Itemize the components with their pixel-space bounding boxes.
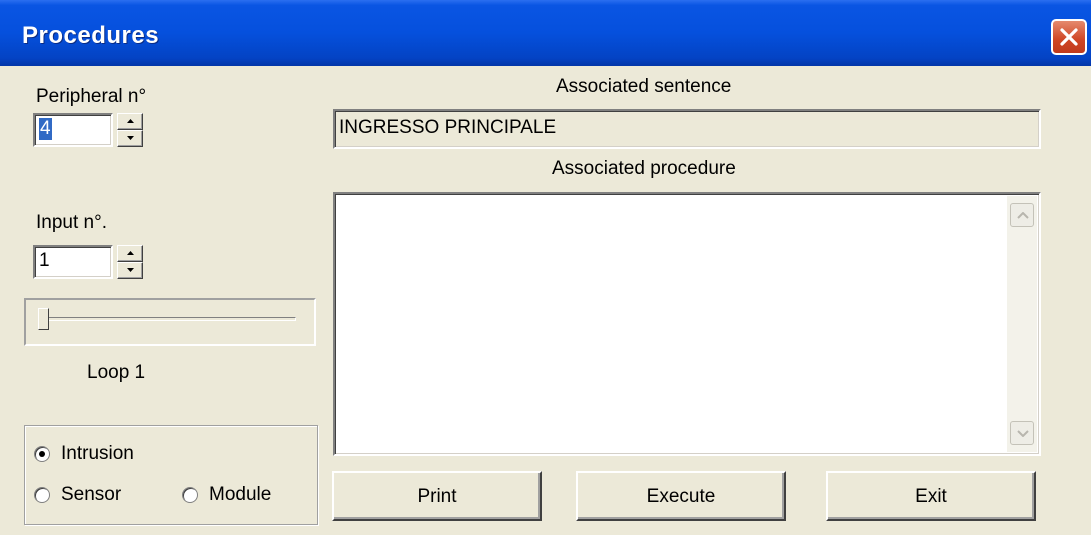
radio-intrusion-circle[interactable] [34, 446, 50, 462]
radio-intrusion[interactable]: Intrusion [34, 443, 134, 465]
peripheral-spinner[interactable] [117, 113, 143, 147]
print-button[interactable]: Print [332, 471, 542, 521]
loop-slider-track[interactable] [38, 317, 296, 321]
sentence-field: INGRESSO PRINCIPALE [333, 109, 1041, 149]
input-label: Input n°. [36, 212, 107, 233]
mode-group [24, 425, 318, 525]
input-spin-down[interactable] [117, 262, 143, 279]
peripheral-spin-down[interactable] [117, 130, 143, 147]
sentence-label: Associated sentence [556, 76, 732, 97]
input-number-value: 1 [39, 250, 50, 271]
exit-button[interactable]: Exit [826, 471, 1036, 521]
loop-label: Loop 1 [87, 362, 146, 383]
spin-down-icon [127, 136, 134, 140]
radio-sensor-circle[interactable] [34, 487, 50, 503]
close-icon [1060, 28, 1078, 46]
scroll-up-icon [1017, 212, 1029, 219]
procedure-scrollbar[interactable] [1007, 196, 1037, 452]
scroll-up-button[interactable] [1010, 203, 1034, 227]
input-spin-up[interactable] [117, 245, 143, 262]
peripheral-value: 4 [39, 118, 52, 140]
procedure-label: Associated procedure [552, 158, 736, 179]
spin-up-icon [127, 119, 134, 123]
procedures-dialog: Procedures Peripheral n° 4 Input n°. 1 L… [0, 0, 1091, 535]
input-spinner[interactable] [117, 245, 143, 279]
peripheral-label: Peripheral n° [36, 86, 147, 107]
sentence-value: INGRESSO PRINCIPALE [339, 117, 557, 138]
radio-module-circle[interactable] [182, 487, 198, 503]
spin-up-icon [127, 251, 134, 255]
loop-slider-frame [24, 298, 316, 346]
close-button[interactable] [1051, 19, 1087, 55]
radio-module-label: Module [209, 484, 272, 505]
title-bar[interactable]: Procedures [0, 0, 1091, 66]
radio-sensor-label: Sensor [61, 484, 122, 505]
radio-sensor[interactable]: Sensor [34, 484, 121, 506]
scroll-down-icon [1017, 430, 1029, 437]
scroll-down-button[interactable] [1010, 421, 1034, 445]
procedure-textarea[interactable] [333, 192, 1041, 456]
execute-button[interactable]: Execute [576, 471, 786, 521]
radio-intrusion-label: Intrusion [61, 443, 134, 464]
window-title: Procedures [22, 22, 160, 49]
peripheral-input[interactable]: 4 [33, 113, 113, 147]
radio-selected-dot [39, 451, 45, 457]
radio-module[interactable]: Module [182, 484, 271, 506]
spin-down-icon [127, 268, 134, 272]
loop-slider-thumb[interactable] [38, 308, 49, 330]
input-number-field[interactable]: 1 [33, 245, 113, 279]
peripheral-spin-up[interactable] [117, 113, 143, 130]
